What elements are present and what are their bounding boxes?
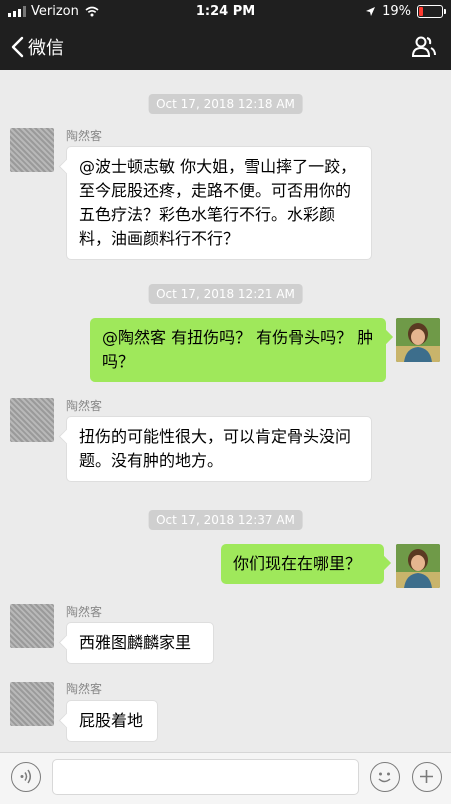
timestamp: Oct 17, 2018 12:37 AM [148,510,303,530]
status-right: 19% [365,4,446,19]
person-group-icon[interactable] [411,35,437,59]
battery-level-fill [419,7,423,16]
avatar[interactable] [10,398,54,442]
timestamp: Oct 17, 2018 12:21 AM [148,284,303,304]
message-bubble[interactable]: 屁股着地 [66,700,158,742]
sender-name: 陶然客 [66,682,103,696]
sender-name: 陶然客 [66,605,103,619]
avatar[interactable] [10,128,54,172]
message-bubble[interactable]: 你们现在在哪里？ [221,544,384,584]
message-input[interactable] [52,759,359,795]
avatar[interactable] [396,544,440,588]
voice-icon [20,769,31,784]
avatar[interactable] [10,682,54,726]
avatar[interactable] [396,318,440,362]
emoji-button[interactable] [370,762,400,792]
message-bubble[interactable]: @陶然客 有扭伤吗？ 有伤骨头吗？ 肿吗？ [90,318,386,382]
timestamp: Oct 17, 2018 12:18 AM [148,94,303,114]
user-photo [396,318,440,362]
battery-icon [417,5,446,18]
emoji-icon [378,772,391,783]
message-bubble[interactable]: 西雅图麟麟家里 [66,622,214,664]
voice-button[interactable] [11,762,41,792]
back-label: 微信 [28,38,64,59]
back-button[interactable]: 微信 [10,34,64,60]
location-arrow-icon [366,7,376,16]
user-photo [396,544,440,588]
input-bar [0,752,451,804]
battery-percent: 19% [382,4,411,19]
sender-name: 陶然客 [66,399,103,413]
sender-name: 陶然客 [66,129,103,143]
nav-bar: 微信 [0,24,451,70]
chevron-left-icon [11,36,24,58]
status-bar: Verizon 1:24 PM 19% [0,0,451,24]
more-button[interactable] [412,762,442,792]
message-bubble[interactable]: @波士顿志敏 你大姐，雪山摔了一跤，至今屁股还疼，走路不便。可否用你的五色疗法？… [66,146,372,260]
avatar[interactable] [10,604,54,648]
plus-icon [420,770,433,783]
message-bubble[interactable]: 扭伤的可能性很大，可以肯定骨头没问题。没有肿的地方。 [66,416,372,482]
chat-area[interactable]: Oct 17, 2018 12:18 AM 陶然客 @波士顿志敏 你大姐，雪山摔… [0,70,451,752]
